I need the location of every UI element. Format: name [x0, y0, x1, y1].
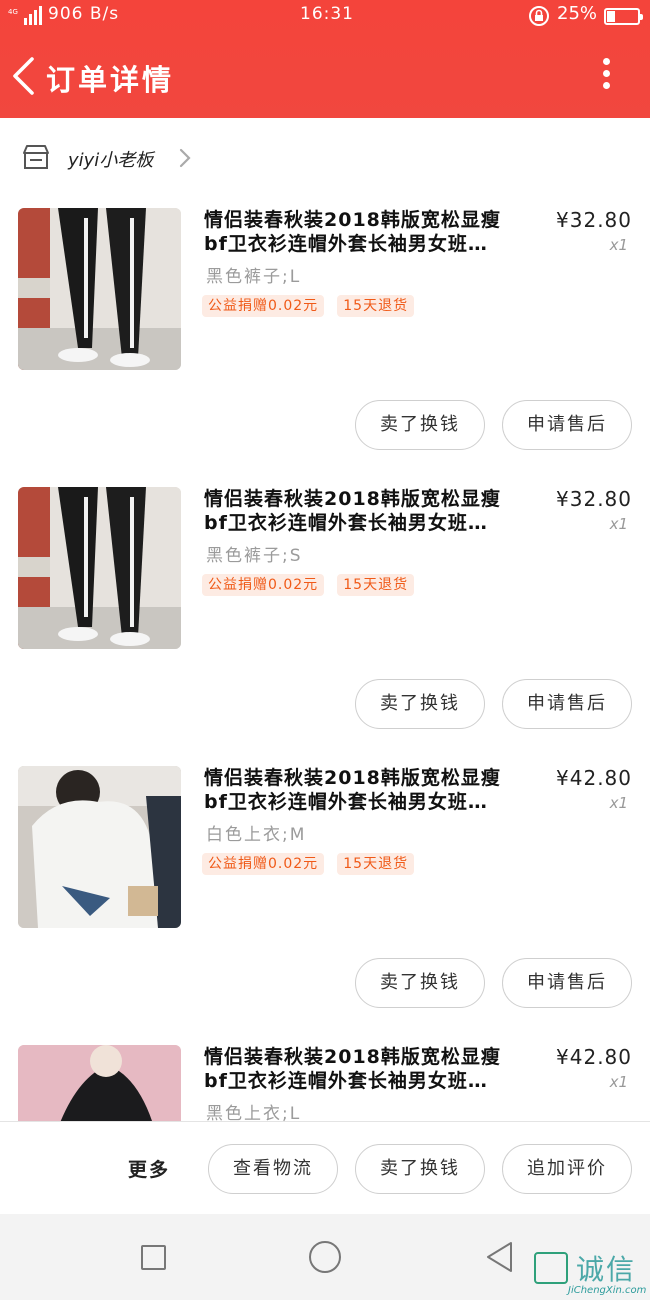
recent-apps-icon[interactable] [141, 1245, 166, 1270]
product-price: ¥32.80 [556, 208, 632, 232]
svg-text:4G: 4G [8, 8, 18, 16]
product-quantity: x1 [609, 515, 628, 533]
order-item[interactable]: 情侣装春秋装2018韩版宽松显瘦 bf卫衣衫连帽外套长袖男女班… 黑色裤子;S … [0, 477, 650, 756]
network-speed: 906 B/s [48, 4, 120, 24]
after-sale-button[interactable]: 申请售后 [502, 958, 632, 1008]
product-quantity: x1 [609, 1073, 628, 1091]
more-link[interactable]: 更多 [128, 1155, 170, 1182]
product-title-line: bf卫衣衫连帽外套长袖男女班… [204, 233, 488, 255]
product-title-line: bf卫衣衫连帽外套长袖男女班… [204, 1070, 488, 1092]
product-title-line: 情侣装春秋装2018韩版宽松显瘦 [204, 1046, 501, 1068]
product-sku: 黑色上衣;L [206, 1104, 302, 1121]
watermark-icon [534, 1252, 568, 1284]
product-quantity: x1 [609, 794, 628, 812]
chevron-right-icon [179, 148, 191, 168]
product-title-line: 情侣装春秋装2018韩版宽松显瘦 [204, 209, 501, 231]
product-image[interactable] [18, 208, 181, 370]
home-icon[interactable] [309, 1241, 341, 1273]
battery-percent: 25% [557, 3, 598, 24]
tag-group: 公益捐赠0.02元 15天退货 [202, 853, 422, 875]
page-title: 订单详情 [46, 63, 175, 97]
return-tag: 15天退货 [337, 853, 415, 875]
shop-row[interactable]: yiyi小老板 [0, 118, 650, 198]
product-title[interactable]: 情侣装春秋装2018韩版宽松显瘦 bf卫衣衫连帽外套长袖男女班… [204, 487, 534, 535]
product-sku: 黑色裤子;L [206, 267, 302, 287]
product-quantity: x1 [609, 236, 628, 254]
charity-tag: 公益捐赠0.02元 [202, 295, 325, 317]
signal-icon: 4G [8, 6, 42, 25]
product-sku: 白色上衣;M [206, 825, 307, 845]
top-bar: 4G 906 B/s 16:31 25% 订单详情 [0, 0, 650, 118]
order-item[interactable]: 情侣装春秋装2018韩版宽松显瘦 bf卫衣衫连帽外套长袖男女班… 白色上衣;M … [0, 756, 650, 1035]
product-title-line: 情侣装春秋装2018韩版宽松显瘦 [204, 767, 501, 789]
product-image[interactable] [18, 487, 181, 649]
product-title-line: bf卫衣衫连帽外套长袖男女班… [204, 512, 488, 534]
clock: 16:31 [300, 4, 354, 24]
charity-tag: 公益捐赠0.02元 [202, 574, 325, 596]
return-tag: 15天退货 [337, 295, 415, 317]
order-action-bar: 更多 查看物流 卖了换钱 追加评价 [0, 1121, 650, 1214]
after-sale-button[interactable]: 申请售后 [502, 679, 632, 729]
view-logistics-button[interactable]: 查看物流 [208, 1144, 338, 1194]
back-arrow-icon[interactable] [10, 56, 36, 96]
product-image[interactable] [18, 766, 181, 928]
order-item[interactable]: 情侣装春秋装2018韩版宽松显瘦 bf卫衣衫连帽外套长袖男女班… 黑色上衣;L … [0, 1035, 650, 1121]
status-bar: 4G 906 B/s 16:31 25% [0, 0, 650, 32]
product-title[interactable]: 情侣装春秋装2018韩版宽松显瘦 bf卫衣衫连帽外套长袖男女班… [204, 208, 534, 256]
sell-button[interactable]: 卖了换钱 [355, 1144, 485, 1194]
order-item-list: 情侣装春秋装2018韩版宽松显瘦 bf卫衣衫连帽外套长袖男女班… 黑色裤子;L … [0, 198, 650, 1121]
charity-tag: 公益捐赠0.02元 [202, 853, 325, 875]
store-icon [23, 145, 49, 169]
product-price: ¥42.80 [556, 1045, 632, 1069]
return-tag: 15天退货 [337, 574, 415, 596]
sell-button[interactable]: 卖了换钱 [355, 679, 485, 729]
product-price: ¥32.80 [556, 487, 632, 511]
shop-name: yiyi小老板 [68, 150, 154, 171]
battery-icon [604, 8, 643, 25]
after-sale-button[interactable]: 申请售后 [502, 400, 632, 450]
product-title[interactable]: 情侣装春秋装2018韩版宽松显瘦 bf卫衣衫连帽外套长袖男女班… [204, 766, 534, 814]
watermark-subtext: JiChengXin.com [568, 1285, 647, 1296]
tag-group: 公益捐赠0.02元 15天退货 [202, 574, 422, 596]
add-review-button[interactable]: 追加评价 [502, 1144, 632, 1194]
rotation-lock-icon [529, 6, 549, 26]
nav-back-icon[interactable] [484, 1240, 514, 1274]
watermark-logo: 诚信 JiChengXin.com [532, 1248, 648, 1298]
product-sku: 黑色裤子;S [206, 546, 303, 566]
product-title[interactable]: 情侣装春秋装2018韩版宽松显瘦 bf卫衣衫连帽外套长袖男女班… [204, 1045, 534, 1093]
title-bar: 订单详情 [0, 40, 650, 110]
product-title-line: bf卫衣衫连帽外套长袖男女班… [204, 791, 488, 813]
sell-button[interactable]: 卖了换钱 [355, 400, 485, 450]
watermark-text: 诚信 [576, 1253, 637, 1286]
product-image[interactable] [18, 1045, 181, 1121]
sell-button[interactable]: 卖了换钱 [355, 958, 485, 1008]
more-options-icon[interactable] [596, 58, 616, 94]
product-title-line: 情侣装春秋装2018韩版宽松显瘦 [204, 488, 501, 510]
product-price: ¥42.80 [556, 766, 632, 790]
order-item[interactable]: 情侣装春秋装2018韩版宽松显瘦 bf卫衣衫连帽外套长袖男女班… 黑色裤子;L … [0, 198, 650, 477]
tag-group: 公益捐赠0.02元 15天退货 [202, 295, 422, 317]
